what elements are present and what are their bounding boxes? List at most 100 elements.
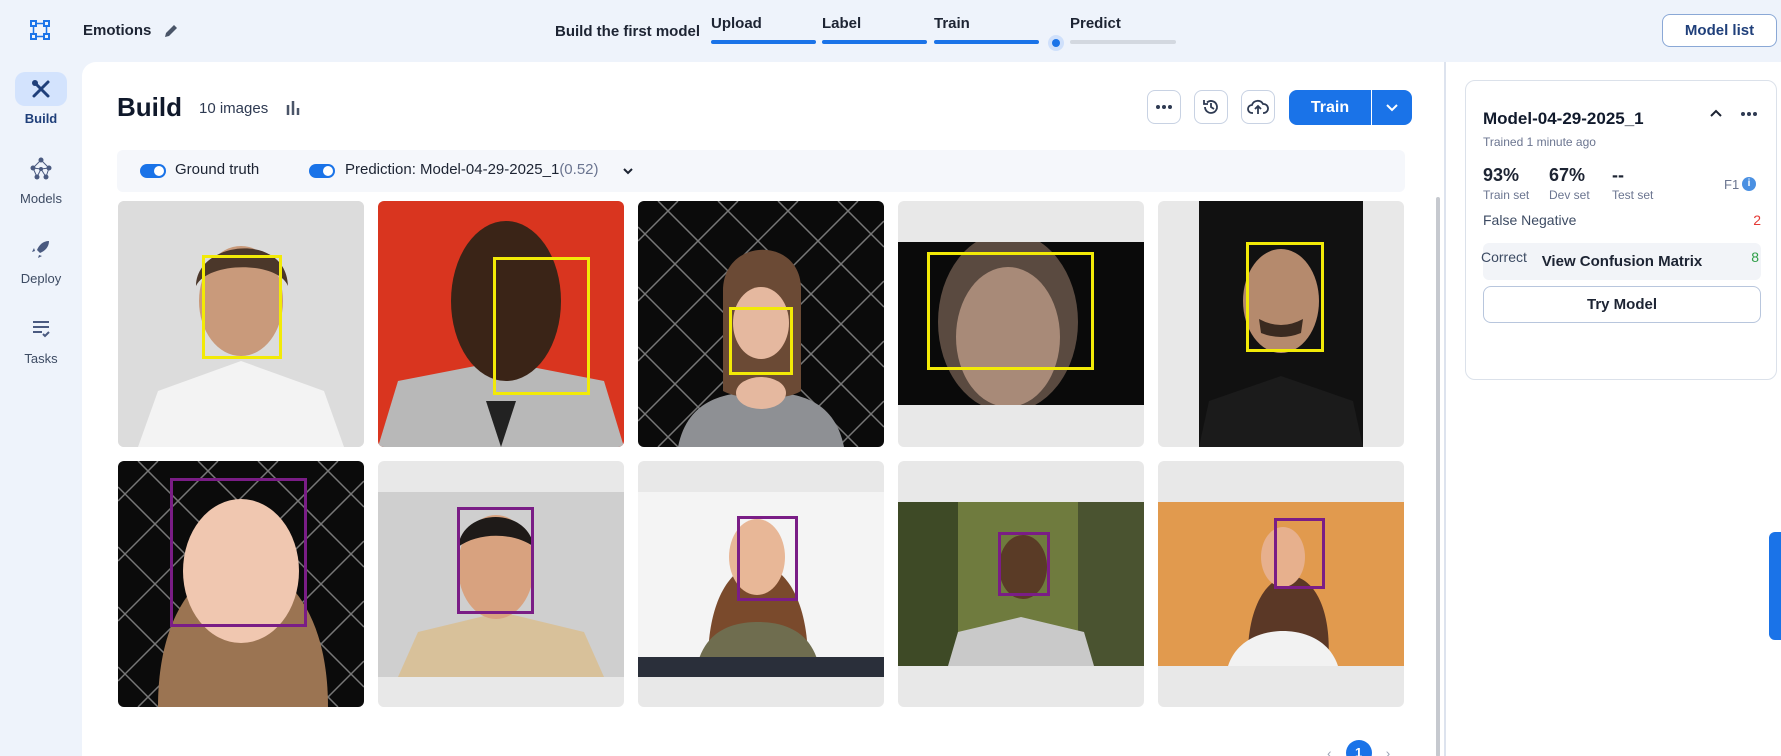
pagination: ‹ 1 ›: [1327, 740, 1390, 756]
steps-label: Build the first model: [555, 23, 701, 40]
history-button[interactable]: [1194, 90, 1228, 124]
step-predict-progress: [1070, 40, 1176, 44]
step-predict-label: Predict: [1070, 15, 1121, 32]
filter-bar: Ground truth Prediction: Model-04-29-202…: [117, 150, 1405, 192]
nav-models-icon-wrap: [15, 152, 67, 186]
image-tile[interactable]: [638, 201, 884, 447]
nav-tasks-icon-wrap: [15, 312, 67, 346]
image-tile[interactable]: [378, 461, 624, 707]
tasks-icon: [33, 321, 50, 338]
metric-dev-label: Dev set: [1549, 188, 1590, 202]
prediction-box: [457, 507, 534, 614]
try-model-button[interactable]: Try Model: [1483, 286, 1761, 323]
more-horizontal-icon[interactable]: [1740, 111, 1758, 117]
metric-test-label: Test set: [1612, 188, 1654, 202]
image-tile[interactable]: [118, 461, 364, 707]
prediction-box: [170, 478, 307, 627]
nav-deploy[interactable]: Deploy: [0, 232, 82, 286]
step-upload-label: Upload: [711, 15, 762, 32]
image-tile[interactable]: [898, 201, 1144, 447]
model-list-button[interactable]: Model list: [1662, 14, 1777, 47]
image-tile[interactable]: [118, 201, 364, 447]
upload-button[interactable]: [1241, 90, 1275, 124]
prediction-box: [1274, 518, 1325, 589]
metric-type-label: F1: [1724, 177, 1740, 192]
nav-tasks-label: Tasks: [24, 351, 58, 366]
nav-build-icon-wrap: [15, 72, 67, 106]
ground-truth-label: Ground truth: [175, 161, 260, 178]
step-upload[interactable]: Upload: [711, 15, 816, 44]
bar-chart-icon[interactable]: [284, 99, 302, 117]
image-count: 10 images: [199, 100, 269, 117]
left-nav: Build Models Deploy Tasks: [0, 62, 82, 756]
more-options-button[interactable]: [1147, 90, 1181, 124]
false-negative-row: False Negative 2: [1483, 212, 1761, 228]
false-negative-value: 2: [1753, 212, 1761, 228]
correct-label: Correct: [1481, 249, 1527, 265]
chevron-down-icon[interactable]: [622, 162, 634, 180]
step-train-progress: [934, 40, 1039, 44]
prediction-model-label: Prediction: Model-04-29-2025_1: [345, 161, 560, 178]
step-label-label: Label: [822, 15, 862, 32]
scrollbar[interactable]: [1436, 197, 1440, 756]
train-dropdown-button[interactable]: [1372, 90, 1412, 125]
chevron-down-icon: [1386, 104, 1398, 112]
page-title: Build: [117, 92, 182, 122]
ground-truth-box: [729, 307, 793, 375]
image-tile[interactable]: [638, 461, 884, 707]
cloud-upload-icon: [1247, 99, 1269, 114]
nav-models[interactable]: Models: [0, 152, 82, 206]
prev-page-icon[interactable]: ‹: [1327, 745, 1332, 756]
metric-train-label: Train set: [1483, 188, 1530, 202]
model-sidebar: Model-04-29-2025_1 Trained 1 minute ago …: [1444, 62, 1781, 756]
metric-test-value: --: [1612, 165, 1624, 185]
prediction-toggle[interactable]: [309, 164, 335, 178]
prediction-box: [737, 516, 798, 601]
metric-train-value: 93%: [1483, 165, 1520, 185]
metric-dev: 67% Dev set: [1549, 165, 1590, 202]
rocket-icon: [32, 241, 49, 258]
top-bar: Emotions Build the first model Upload La…: [0, 0, 1781, 62]
prediction-box: [927, 252, 1094, 370]
image-tile[interactable]: [1158, 201, 1404, 447]
build-panel: Build 10 images Train Ground truth Predi…: [82, 62, 1444, 756]
app-logo-icon[interactable]: [28, 18, 52, 42]
prediction-box: [998, 532, 1050, 596]
nav-tasks[interactable]: Tasks: [0, 312, 82, 366]
image-tile[interactable]: [898, 461, 1144, 707]
step-label[interactable]: Label: [822, 15, 927, 44]
ground-truth-toggle[interactable]: [140, 164, 166, 178]
nav-deploy-label: Deploy: [20, 271, 62, 286]
info-icon[interactable]: i: [1742, 177, 1756, 191]
prediction-threshold: (0.52): [559, 161, 599, 178]
step-predict[interactable]: Predict: [1070, 15, 1176, 44]
metric-dev-value: 67%: [1549, 165, 1586, 185]
correct-row: Correct 8: [1481, 249, 1759, 265]
ground-truth-box: [493, 257, 590, 395]
prediction-filter[interactable]: Prediction: Model-04-29-2025_1(0.52): [345, 161, 599, 178]
pencil-icon[interactable]: [162, 22, 180, 40]
nav-build[interactable]: Build: [0, 72, 82, 126]
prediction-box: [1246, 242, 1324, 352]
step-label-progress: [822, 40, 927, 44]
current-step-indicator: [1048, 35, 1064, 51]
step-train[interactable]: Train: [934, 15, 1039, 44]
metric-test: -- Test set: [1612, 165, 1653, 202]
step-upload-progress: [711, 40, 816, 44]
image-tile[interactable]: [378, 201, 624, 447]
nav-deploy-icon-wrap: [15, 232, 67, 266]
model-card: Model-04-29-2025_1 Trained 1 minute ago …: [1465, 80, 1777, 380]
tools-icon: [32, 80, 50, 98]
chevron-up-icon[interactable]: [1709, 107, 1723, 121]
train-button[interactable]: Train: [1289, 90, 1371, 125]
page-1-button[interactable]: 1: [1345, 740, 1372, 756]
nav-models-label: Models: [20, 191, 62, 206]
step-train-label: Train: [934, 15, 970, 32]
project-title: Emotions: [83, 22, 152, 39]
ground-truth-box: [202, 255, 282, 359]
metric-train: 93% Train set: [1483, 165, 1529, 202]
feedback-side-tab[interactable]: [1769, 532, 1781, 640]
next-page-icon[interactable]: ›: [1386, 745, 1391, 756]
trained-time: Trained 1 minute ago: [1483, 135, 1596, 149]
image-tile[interactable]: [1158, 461, 1404, 707]
